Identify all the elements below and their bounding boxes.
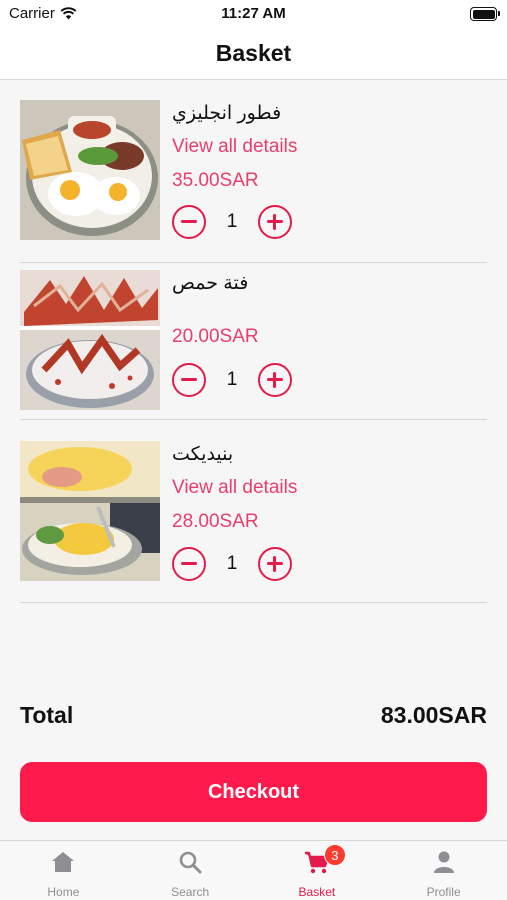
item-price: 20.00SAR [172, 326, 259, 347]
decrease-quantity-button[interactable] [172, 205, 206, 239]
tab-profile[interactable]: Profile [380, 841, 507, 900]
tab-label: Search [171, 885, 210, 899]
quantity-value: 1 [226, 553, 238, 574]
decrease-quantity-button[interactable] [172, 547, 206, 581]
tab-search[interactable]: Search [127, 841, 254, 900]
tab-label: Profile [426, 885, 461, 899]
item-price: 35.00SAR [172, 170, 259, 191]
hummus-fatteh-photo [20, 270, 160, 410]
decrease-quantity-button[interactable] [172, 363, 206, 397]
quantity-value: 1 [226, 369, 238, 390]
item-price: 28.00SAR [172, 511, 259, 532]
status-bar: Carrier 11:27 AM [0, 0, 507, 28]
quantity-value: 1 [226, 211, 238, 232]
total-value: 83.00SAR [380, 702, 487, 728]
divider [20, 602, 487, 603]
item-name: بنيديكت [172, 444, 234, 465]
checkout-label: Checkout [207, 780, 300, 803]
quantity-stepper: 1 [172, 363, 292, 397]
increase-quantity-button[interactable] [258, 363, 292, 397]
status-time: 11:27 AM [221, 5, 286, 22]
item-image[interactable] [20, 100, 160, 240]
basket-item: فطور انجليزي View all details 35.00SAR 1 [20, 100, 487, 260]
basket-item: بنيديكت View all details 28.00SAR 1 [20, 441, 487, 601]
tab-basket[interactable]: 3 Basket [254, 841, 381, 900]
quantity-stepper: 1 [172, 205, 292, 239]
eggs-benedict-photo [20, 441, 160, 581]
tab-label: Basket [298, 885, 336, 899]
search-icon [179, 851, 202, 874]
item-image[interactable] [20, 270, 160, 410]
person-icon [433, 851, 454, 873]
divider [20, 419, 487, 420]
home-icon [52, 852, 75, 872]
increase-quantity-button[interactable] [258, 205, 292, 239]
basket-item: فتة حمص 20.00SAR 1 [20, 270, 487, 430]
cart-count-badge: 3 [323, 844, 346, 866]
divider [20, 262, 487, 263]
total-row: Total 83.00SAR [20, 702, 487, 734]
english-breakfast-photo [20, 100, 160, 240]
total-label: Total [20, 702, 74, 728]
tab-home[interactable]: Home [0, 841, 127, 900]
tab-bar: Home Search 3 Basket Profile [0, 840, 507, 900]
page-title: Basket [215, 40, 292, 66]
item-name: فطور انجليزي [172, 103, 282, 124]
checkout-button[interactable]: Checkout [20, 762, 487, 822]
item-image[interactable] [20, 441, 160, 581]
navigation-bar: Basket [0, 28, 507, 80]
view-details-link[interactable]: View all details [172, 136, 297, 158]
quantity-stepper: 1 [172, 547, 292, 581]
tab-label: Home [47, 885, 80, 899]
battery-icon [470, 7, 500, 21]
view-details-link[interactable]: View all details [172, 477, 297, 499]
increase-quantity-button[interactable] [258, 547, 292, 581]
item-name: فتة حمص [172, 273, 249, 294]
